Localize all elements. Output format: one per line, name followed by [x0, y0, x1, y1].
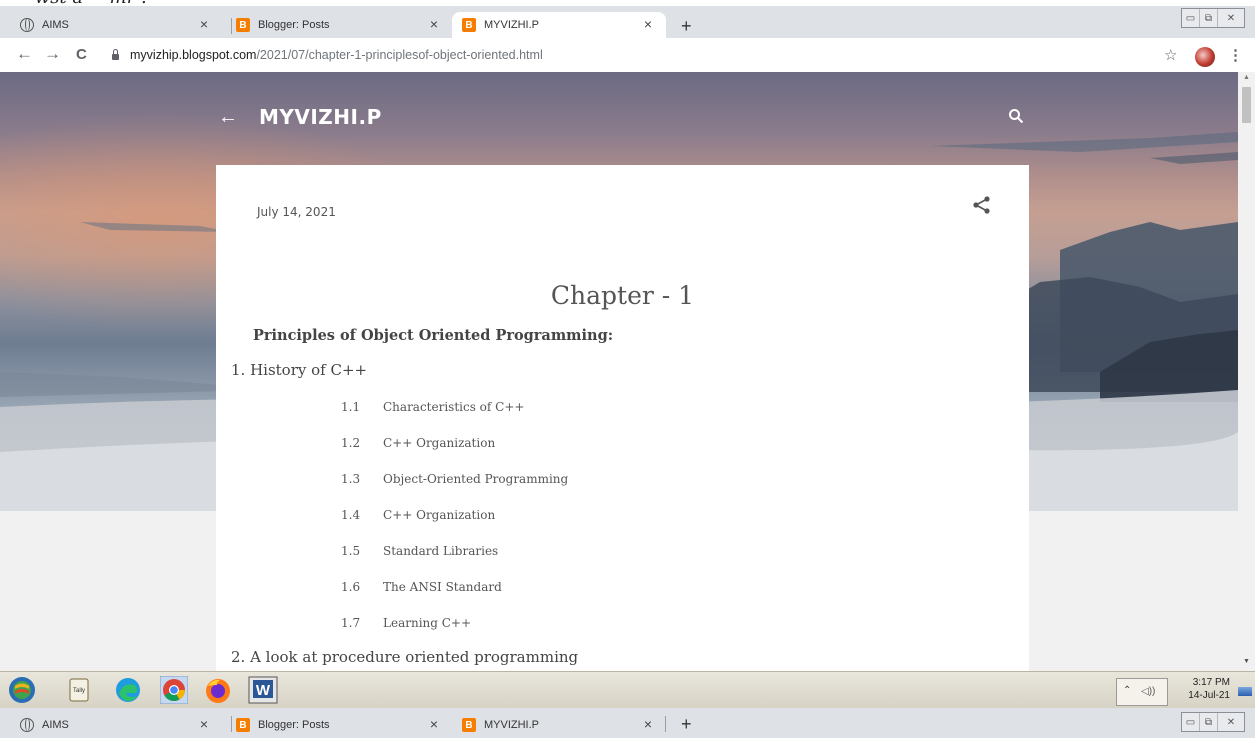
chapter-title: Chapter - 1 — [550, 281, 695, 310]
reload-button[interactable]: C — [76, 46, 87, 63]
list-item: 2. A look at procedure oriented programm… — [231, 648, 579, 666]
word-icon[interactable]: W — [248, 676, 278, 704]
close-tab-icon[interactable]: × — [430, 716, 438, 732]
scroll-up-arrow-icon[interactable]: ▲ — [1243, 74, 1250, 81]
list-item: 1. History of C++ — [231, 361, 368, 379]
tab-title: MYVIZHI.P — [484, 719, 540, 731]
tab-blogger-posts[interactable]: B Blogger: Posts × — [226, 12, 452, 38]
browser-tab-strip-bottom: AIMS × B Blogger: Posts × B MYVIZHI.P × … — [0, 708, 1255, 738]
windows-taskbar: Tally W ⌃ ◁)) 3:17 PM 14-Jul-21 — [0, 671, 1255, 709]
tab-myvizhi[interactable]: B MYVIZHI.P × — [452, 12, 666, 38]
blogger-icon: B — [462, 718, 476, 732]
close-tab-icon[interactable]: × — [644, 716, 652, 732]
clock-date[interactable]: 14-Jul-21 — [1174, 690, 1230, 701]
page-viewport: ← MYVIZHI.P July 14, 2021 Chapter - 1 Pr… — [0, 72, 1238, 671]
browser-tab-strip: AIMS × B Blogger: Posts × B MYVIZHI.P × … — [0, 6, 1255, 38]
post-date: July 14, 2021 — [257, 205, 336, 219]
tab-title: MYVIZHI.P — [484, 19, 540, 31]
address-bar[interactable]: myvizhip.blogspot.com/2021/07/chapter-1-… — [112, 44, 1152, 66]
firefox-icon[interactable] — [204, 676, 232, 704]
restore-button[interactable]: ⧉ — [1200, 713, 1218, 731]
globe-icon — [20, 718, 34, 732]
sub-list-item: 1.7 Learning C++ — [341, 616, 472, 630]
tab-aims[interactable]: AIMS × — [10, 712, 222, 738]
tray-expand-icon[interactable]: ⌃ — [1123, 685, 1131, 696]
close-tab-icon[interactable]: × — [200, 716, 208, 732]
restore-button[interactable]: ⧉ — [1200, 9, 1218, 27]
window-controls: ▭ ⧉ ✕ — [1181, 712, 1245, 732]
show-desktop-button[interactable] — [1238, 687, 1252, 696]
windows-start-icon[interactable] — [8, 676, 36, 704]
blogger-icon: B — [236, 18, 250, 32]
new-tab-button[interactable]: + — [681, 16, 692, 37]
sub-list-item: 1.4 C++ Organization — [341, 508, 496, 522]
sub-list-item: 1.3 Object-Oriented Programming — [341, 472, 569, 486]
browser-menu-icon[interactable]: ⋮ — [1228, 46, 1243, 64]
bookmark-star-icon[interactable]: ☆ — [1164, 46, 1177, 64]
clock-time[interactable]: 3:17 PM — [1174, 677, 1230, 688]
blog-title[interactable]: MYVIZHI.P — [259, 105, 382, 129]
scrollbar-thumb[interactable] — [1242, 87, 1251, 123]
close-window-button[interactable]: ✕ — [1218, 9, 1244, 27]
chrome-icon[interactable] — [159, 675, 189, 705]
tab-title: Blogger: Posts — [258, 19, 330, 31]
back-arrow-icon[interactable]: ← — [218, 106, 238, 129]
post-card: July 14, 2021 Chapter - 1 Principles of … — [216, 165, 1029, 671]
close-tab-icon[interactable]: × — [644, 16, 652, 32]
system-tray: ⌃ ◁)) 3:17 PM 14-Jul-21 — [1116, 675, 1255, 706]
share-icon[interactable] — [972, 195, 992, 220]
tab-aims[interactable]: AIMS × — [10, 12, 222, 38]
tab-title: Blogger: Posts — [258, 719, 330, 731]
sub-list-item: 1.1 Characteristics of C++ — [341, 400, 525, 414]
close-window-button[interactable]: ✕ — [1218, 713, 1244, 731]
tab-myvizhi[interactable]: B MYVIZHI.P × — [452, 712, 666, 738]
url-path: /2021/07/chapter-1-principlesof-object-o… — [256, 48, 543, 62]
vertical-scrollbar[interactable]: ▲ ▼ — [1238, 72, 1255, 671]
window-controls: ▭ ⧉ ✕ — [1181, 8, 1245, 28]
sub-list-item: 1.2 C++ Organization — [341, 436, 496, 450]
word-letter: W — [256, 682, 271, 699]
minimize-button[interactable]: ▭ — [1182, 9, 1200, 27]
sub-list-item: 1.6 The ANSI Standard — [341, 580, 502, 594]
blogger-icon: B — [462, 18, 476, 32]
browser-toolbar: ← → C myvizhip.blogspot.com/2021/07/chap… — [0, 38, 1255, 73]
close-tab-icon[interactable]: × — [200, 16, 208, 32]
tab-title: AIMS — [42, 719, 69, 731]
post-subtitle: Principles of Object Oriented Programmin… — [253, 327, 614, 344]
lock-icon — [112, 48, 119, 60]
forward-button[interactable]: → — [44, 44, 61, 64]
new-tab-button[interactable]: + — [681, 714, 692, 735]
tab-title: AIMS — [42, 19, 69, 31]
globe-icon — [20, 18, 34, 32]
blogger-icon: B — [236, 718, 250, 732]
volume-icon[interactable]: ◁)) — [1141, 686, 1155, 697]
profile-avatar[interactable] — [1195, 47, 1215, 67]
tally-label: Tally — [73, 688, 85, 694]
tray-area: ⌃ ◁)) — [1116, 678, 1168, 706]
close-tab-icon[interactable]: × — [430, 16, 438, 32]
scroll-down-arrow-icon[interactable]: ▼ — [1243, 658, 1250, 665]
url-host: myvizhip.blogspot.com — [130, 48, 257, 62]
tab-separator — [665, 716, 666, 732]
edge-icon[interactable] — [114, 676, 142, 704]
back-button[interactable]: ← — [16, 44, 33, 64]
tally-erp9-icon[interactable]: Tally — [65, 676, 93, 704]
tab-blogger-posts[interactable]: B Blogger: Posts × — [226, 712, 452, 738]
minimize-button[interactable]: ▭ — [1182, 713, 1200, 731]
sub-list-item: 1.5 Standard Libraries — [341, 544, 499, 558]
